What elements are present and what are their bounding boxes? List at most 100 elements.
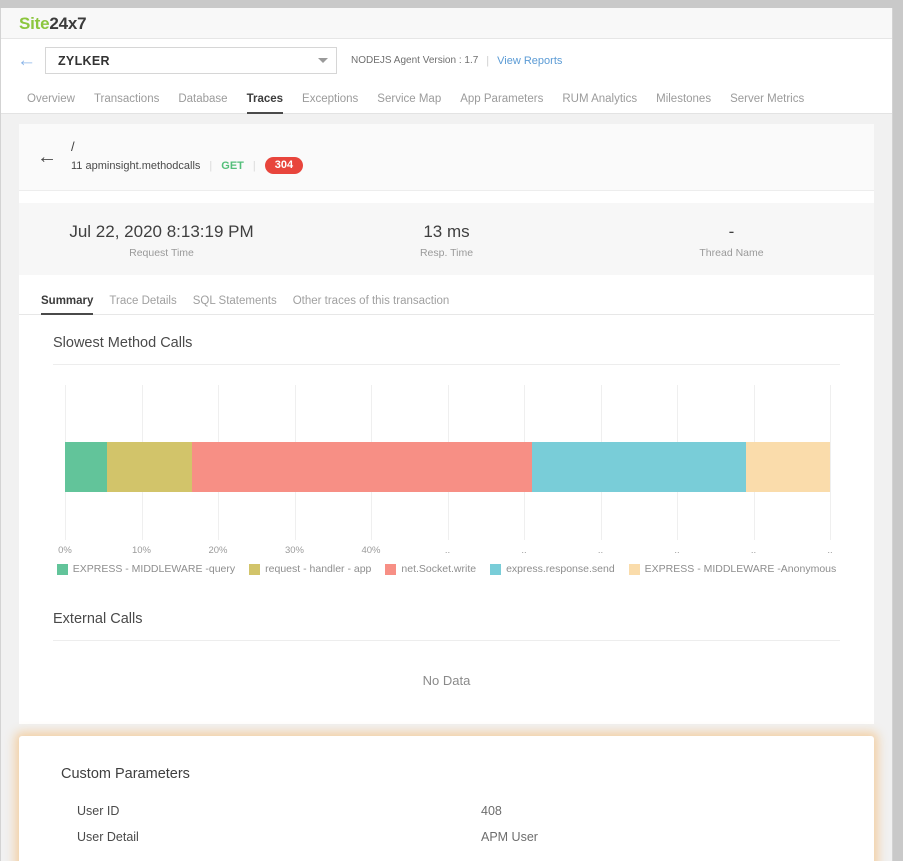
tab-traces[interactable]: Traces (247, 93, 283, 113)
browser-page-frame: Site24x7 ← ZYLKER NODEJS Agent Version :… (0, 8, 893, 861)
trace-stats-wrapper: Jul 22, 2020 8:13:19 PM Request Time 13 … (19, 191, 874, 275)
agent-version-label: NODEJS Agent Version : 1.7 (351, 55, 478, 66)
stat-request-time: Jul 22, 2020 8:13:19 PM Request Time (19, 221, 304, 259)
bar-segment[interactable] (192, 442, 532, 492)
legend-label: EXPRESS - MIDDLEWARE -Anonymous (645, 563, 837, 575)
chart-x-tick-label: .. (827, 545, 832, 556)
bar-segment[interactable] (532, 442, 746, 492)
stat-resp-time-value: 13 ms (304, 221, 589, 243)
subtab-trace-details[interactable]: Trace Details (109, 295, 176, 314)
tab-exceptions[interactable]: Exceptions (302, 93, 358, 113)
legend-swatch (385, 564, 396, 575)
bar-segment[interactable] (107, 442, 192, 492)
toolbar-separator: | (486, 55, 489, 67)
chevron-down-icon (318, 58, 328, 63)
tab-app-parameters[interactable]: App Parameters (460, 93, 543, 113)
stat-resp-time-label: Resp. Time (304, 247, 589, 259)
custom-parameters-highlight: Custom Parameters User ID 408 User Detai… (19, 736, 874, 861)
custom-parameters-title: Custom Parameters (61, 766, 832, 782)
stat-thread-name: - Thread Name (589, 221, 874, 259)
legend-label: express.response.send (506, 563, 615, 575)
external-calls-no-data: No Data (53, 641, 840, 724)
subtab-other-traces[interactable]: Other traces of this transaction (293, 295, 450, 314)
chart-x-tick-label: .. (521, 545, 526, 556)
table-row: User ID 408 (61, 798, 832, 824)
trace-sub-tabs: Summary Trace Details SQL Statements Oth… (19, 275, 874, 315)
chart-legend-item[interactable]: express.response.send (490, 563, 615, 575)
tab-database[interactable]: Database (178, 93, 227, 113)
chart-x-tick-label: .. (751, 545, 756, 556)
subtab-sql-statements[interactable]: SQL Statements (193, 295, 277, 314)
legend-swatch (249, 564, 260, 575)
stat-thread-name-label: Thread Name (589, 247, 874, 259)
trace-back-arrow-icon[interactable]: ← (37, 147, 57, 167)
tab-rum-analytics[interactable]: RUM Analytics (562, 93, 637, 113)
trace-detail-card: ← / 11 apminsight.methodcalls | GET | 30… (19, 124, 874, 724)
custom-parameter-value: APM User (481, 830, 538, 844)
bar-segment[interactable] (65, 442, 107, 492)
slowest-method-calls-title: Slowest Method Calls (53, 315, 840, 365)
chart-x-tick-label: .. (445, 545, 450, 556)
legend-label: net.Socket.write (401, 563, 476, 575)
legend-label: EXPRESS - MIDDLEWARE -query (73, 563, 235, 575)
chart-legend-item[interactable]: net.Socket.write (385, 563, 476, 575)
chart-x-tick-label: 40% (361, 545, 380, 556)
chart-legend-item[interactable]: EXPRESS - MIDDLEWARE -query (57, 563, 235, 575)
legend-label: request - handler - app (265, 563, 371, 575)
stat-request-time-value: Jul 22, 2020 8:13:19 PM (19, 221, 304, 243)
custom-parameter-value: 408 (481, 804, 502, 818)
slowest-method-calls-chart (53, 385, 840, 545)
site24x7-logo[interactable]: Site24x7 (19, 15, 86, 32)
app-toolbar: ← ZYLKER NODEJS Agent Version : 1.7 | Vi… (1, 39, 892, 82)
tab-service-map[interactable]: Service Map (377, 93, 441, 113)
application-select[interactable]: ZYLKER (45, 47, 337, 74)
view-reports-link[interactable]: View Reports (497, 55, 562, 67)
logo-text-site: Site (19, 14, 49, 33)
http-method-badge: GET (221, 160, 244, 172)
tab-milestones[interactable]: Milestones (656, 93, 711, 113)
chart-legend-item[interactable]: request - handler - app (249, 563, 371, 575)
slowest-method-calls-section: Slowest Method Calls 0% 10% 20% 30% 40%.....… (19, 315, 874, 591)
subtab-summary[interactable]: Summary (41, 295, 93, 314)
stacked-bar (65, 442, 830, 492)
stat-request-time-label: Request Time (19, 247, 304, 259)
trace-path: / (71, 140, 303, 154)
page-body: ← / 11 apminsight.methodcalls | GET | 30… (1, 114, 892, 861)
stat-thread-name-value: - (589, 221, 874, 243)
chart-gridline (830, 385, 831, 540)
chart-x-tick-label: .. (674, 545, 679, 556)
trace-meta-separator-1: | (209, 160, 212, 172)
back-arrow-icon[interactable]: ← (17, 51, 36, 70)
chart-x-tick-label: 0% (58, 545, 72, 556)
chart-plot-area (65, 385, 830, 540)
bar-segment[interactable] (746, 442, 830, 492)
logo-text-24x7: 24x7 (49, 14, 86, 33)
chart-x-tick-label: 20% (208, 545, 227, 556)
chart-legend-item[interactable]: EXPRESS - MIDDLEWARE -Anonymous (629, 563, 837, 575)
trace-stats-strip: Jul 22, 2020 8:13:19 PM Request Time 13 … (19, 203, 874, 275)
chart-x-axis: 0%10%20%30%40%............ (65, 545, 830, 559)
tab-transactions[interactable]: Transactions (94, 93, 159, 113)
chart-x-tick-label: 30% (285, 545, 304, 556)
status-code-badge: 304 (265, 157, 303, 174)
chart-x-tick-label: 10% (132, 545, 151, 556)
trace-title-block: / 11 apminsight.methodcalls | GET | 304 (71, 140, 303, 174)
custom-parameter-key: User ID (61, 804, 481, 818)
trace-header: ← / 11 apminsight.methodcalls | GET | 30… (19, 124, 874, 191)
application-select-value: ZYLKER (58, 54, 110, 68)
stat-resp-time: 13 ms Resp. Time (304, 221, 589, 259)
main-navigation-tabs: Overview Transactions Database Traces Ex… (1, 82, 892, 114)
chart-legend: EXPRESS - MIDDLEWARE -query request - han… (53, 559, 840, 591)
tab-server-metrics[interactable]: Server Metrics (730, 93, 804, 113)
screenshot-root: Site24x7 ← ZYLKER NODEJS Agent Version :… (0, 0, 903, 861)
legend-swatch (629, 564, 640, 575)
trace-methodcalls-label: 11 apminsight.methodcalls (71, 160, 200, 172)
legend-swatch (57, 564, 68, 575)
custom-parameters-card: Custom Parameters User ID 408 User Detai… (27, 744, 866, 861)
table-row: User Detail APM User (61, 824, 832, 850)
external-calls-title: External Calls (53, 591, 840, 641)
external-calls-section: External Calls No Data (19, 591, 874, 724)
tab-overview[interactable]: Overview (27, 93, 75, 113)
trace-meta: 11 apminsight.methodcalls | GET | 304 (71, 157, 303, 174)
chart-x-tick-label: .. (598, 545, 603, 556)
